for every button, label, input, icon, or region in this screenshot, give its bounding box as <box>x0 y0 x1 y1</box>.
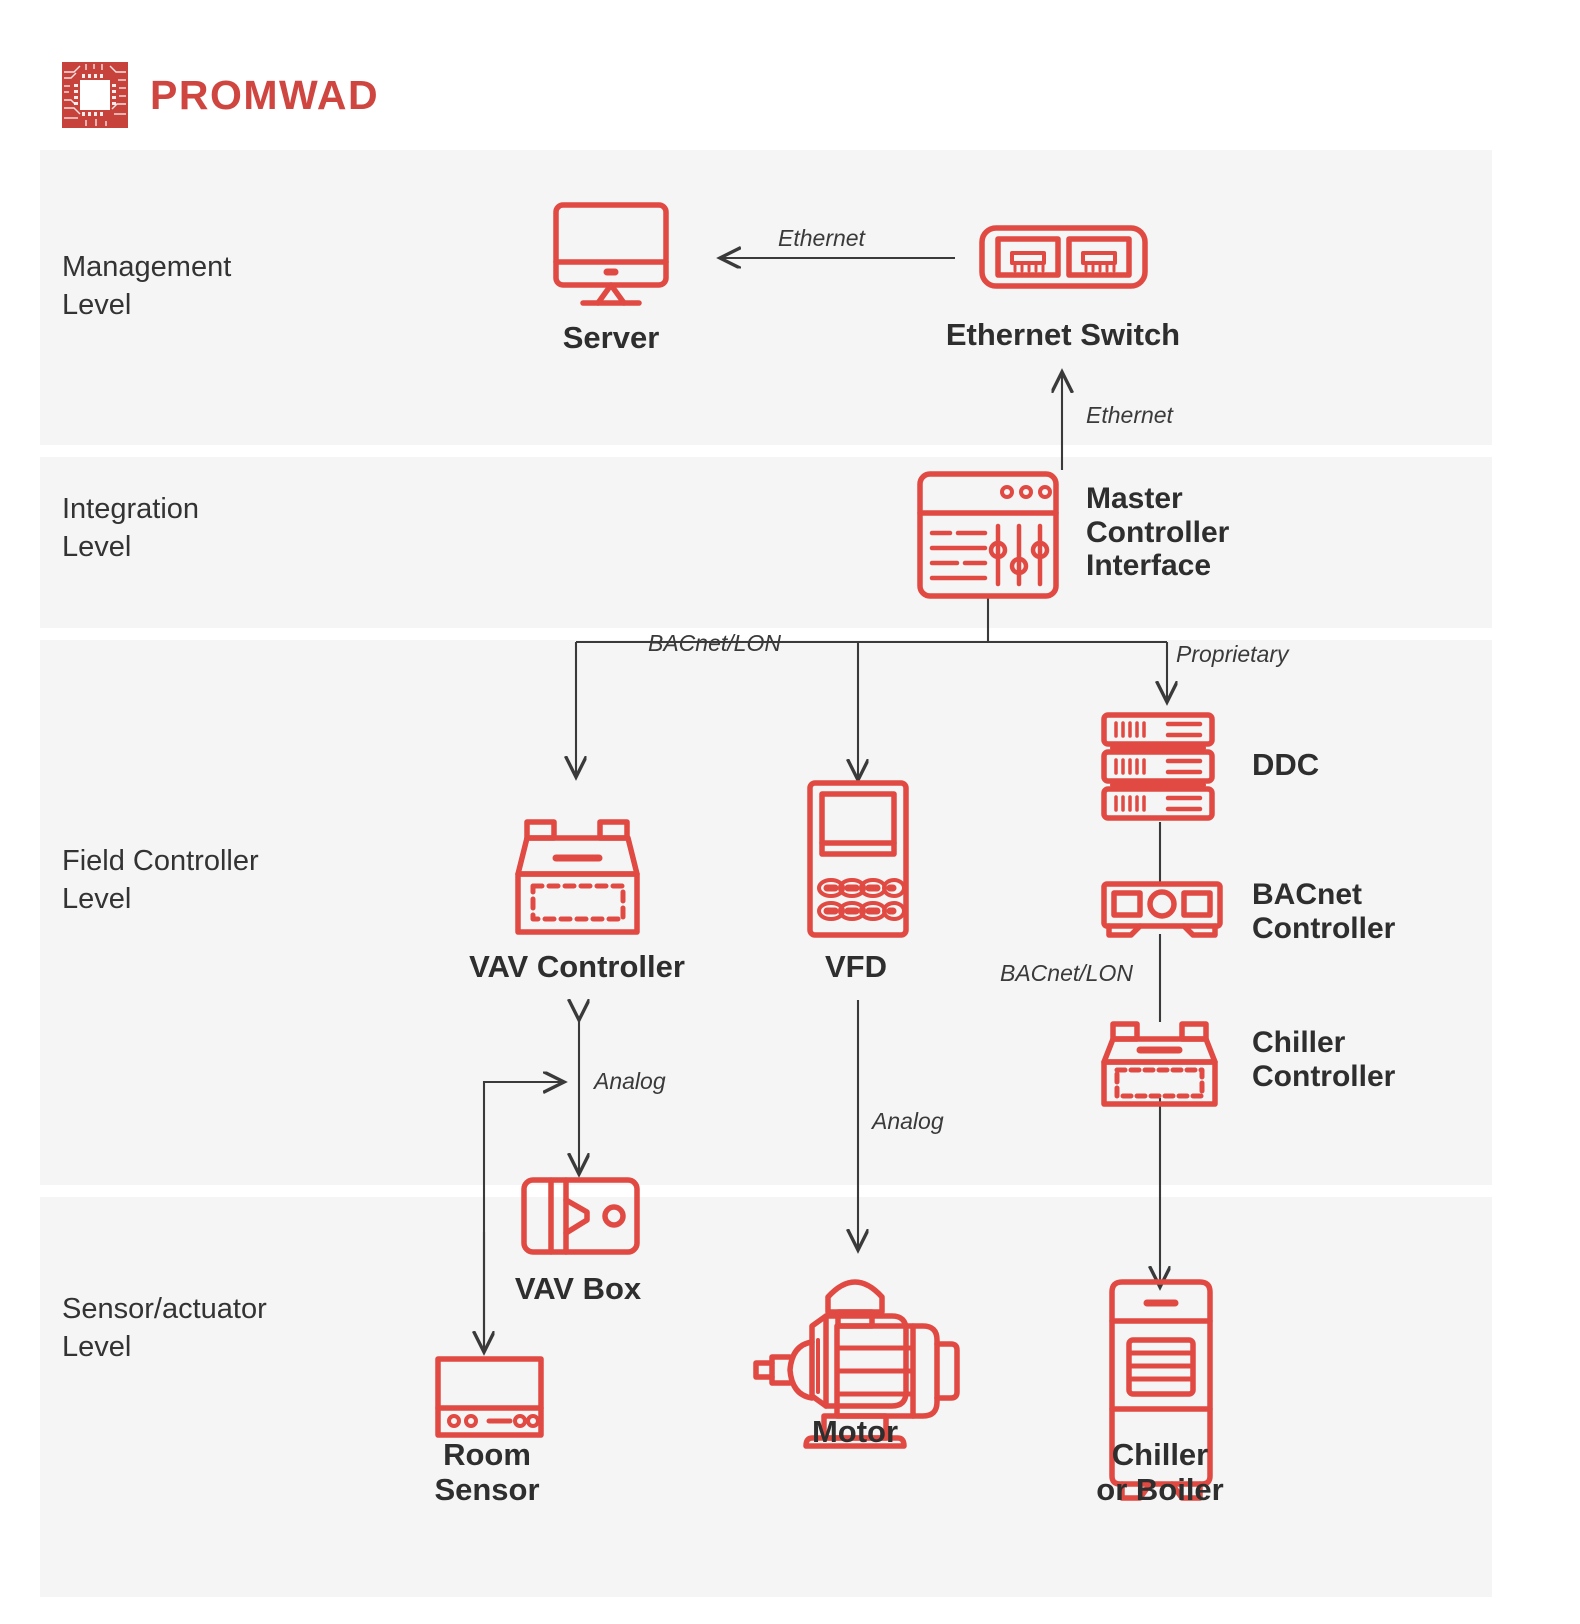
node-label-room-sensor: Room Sensor <box>434 1437 540 1507</box>
node-label-vfd: VFD <box>825 949 887 984</box>
link-label-analog-vfd: Analog <box>872 1108 944 1134</box>
node-label-chiller-or-boiler: Chiller or Boiler <box>1096 1437 1224 1507</box>
link-label-ethernet-mid: Ethernet <box>1086 402 1173 428</box>
node-label-server: Server <box>562 320 660 355</box>
monitor-icon <box>553 202 669 306</box>
node-label-vav-box: VAV Box <box>514 1271 642 1306</box>
controller-interface-icon <box>917 471 1059 599</box>
vfd-keypad-icon <box>807 780 909 938</box>
ethernet-switch-icon <box>979 225 1148 289</box>
bacnet-device-icon <box>1101 881 1223 938</box>
controller-box-icon <box>515 819 640 935</box>
link-label-proprietary: Proprietary <box>1176 641 1289 667</box>
node-label-master-controller: Master Controller Interface <box>1086 482 1230 583</box>
link-label-bacnet-lon-1: BACnet/LON <box>648 630 781 656</box>
controller-box-icon-chiller <box>1101 1021 1218 1107</box>
link-label-ethernet-top: Ethernet <box>778 225 865 251</box>
node-label-vav-controller: VAV Controller <box>469 949 685 984</box>
link-label-analog-vav: Analog <box>594 1068 666 1094</box>
room-sensor-icon <box>435 1356 544 1438</box>
node-label-ddc: DDC <box>1252 747 1320 782</box>
server-stack-icon <box>1101 712 1215 821</box>
node-label-bacnet-controller: BACnet Controller <box>1252 878 1396 945</box>
node-label-motor: Motor <box>811 1414 899 1449</box>
link-label-bacnet-lon-2: BACnet/LON <box>1000 960 1133 986</box>
vav-damper-icon <box>521 1177 640 1255</box>
node-label-chiller-controller: Chiller Controller <box>1252 1026 1396 1093</box>
node-label-ethernet-switch: Ethernet Switch <box>945 317 1181 352</box>
